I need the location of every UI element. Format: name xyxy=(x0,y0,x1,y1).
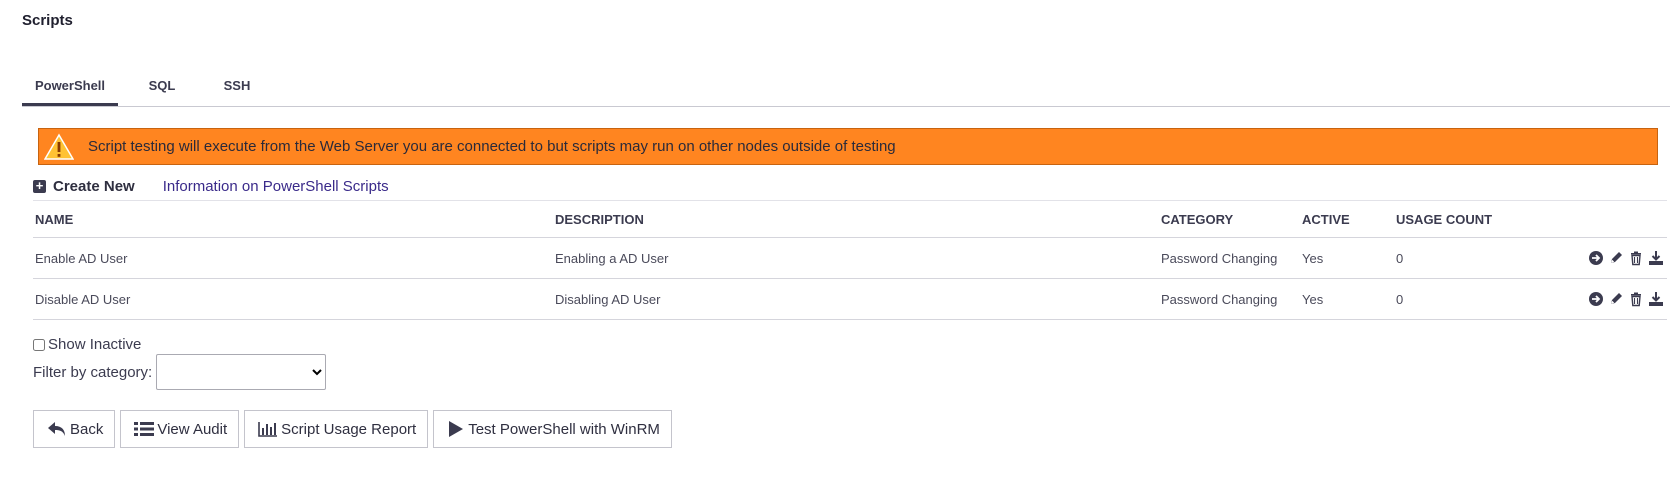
warning-message: Script testing will execute from the Web… xyxy=(88,138,896,155)
bar-chart-icon xyxy=(258,422,278,437)
show-inactive-label: Show Inactive xyxy=(48,336,142,353)
reply-arrow-icon xyxy=(48,422,65,436)
arrow-right-circle-icon[interactable] xyxy=(1588,250,1604,266)
script-usage-report-label: Script Usage Report xyxy=(281,420,417,438)
table-row: Disable AD User Disabling AD User Passwo… xyxy=(33,279,1667,320)
row-actions xyxy=(1588,291,1664,307)
script-type-tabs: PowerShell SQL SSH xyxy=(22,79,1670,107)
script-usage-report-button[interactable]: Script Usage Report xyxy=(244,410,429,448)
category-filter: Filter by category: xyxy=(33,354,327,390)
column-header-active[interactable]: ACTIVE xyxy=(1302,212,1350,227)
show-inactive-toggle[interactable]: Show Inactive xyxy=(33,336,141,353)
download-icon[interactable] xyxy=(1648,291,1664,307)
script-name: Disable AD User xyxy=(35,292,131,307)
scripts-table: NAME DESCRIPTION CATEGORY ACTIVE USAGE C… xyxy=(33,200,1667,320)
script-usage-count: 0 xyxy=(1396,292,1404,307)
back-button[interactable]: Back xyxy=(33,410,116,448)
trash-icon[interactable] xyxy=(1628,250,1644,266)
tab-ssh[interactable]: SSH xyxy=(212,79,262,105)
view-audit-button[interactable]: View Audit xyxy=(120,410,240,448)
script-category: Password Changing xyxy=(1161,292,1278,307)
column-header-usage-count[interactable]: USAGE COUNT xyxy=(1396,212,1492,227)
script-active: Yes xyxy=(1302,251,1324,266)
arrow-right-circle-icon[interactable] xyxy=(1588,291,1604,307)
download-icon[interactable] xyxy=(1648,250,1664,266)
play-icon xyxy=(449,421,464,437)
back-label: Back xyxy=(70,420,104,438)
plus-icon: + xyxy=(33,179,46,193)
row-actions xyxy=(1588,250,1664,266)
column-header-description[interactable]: DESCRIPTION xyxy=(555,212,644,227)
script-description: Enabling a AD User xyxy=(555,251,669,266)
pencil-icon[interactable] xyxy=(1608,291,1624,307)
tab-sql[interactable]: SQL xyxy=(138,79,186,105)
create-new-label: Create New xyxy=(53,177,135,195)
column-header-category[interactable]: CATEGORY xyxy=(1161,212,1233,227)
script-actions: + Create New Information on PowerShell S… xyxy=(33,175,389,197)
script-category: Password Changing xyxy=(1161,251,1278,266)
view-audit-label: View Audit xyxy=(157,420,228,438)
show-inactive-checkbox[interactable] xyxy=(33,338,45,351)
script-name: Enable AD User xyxy=(35,251,128,266)
pencil-icon[interactable] xyxy=(1608,250,1624,266)
category-filter-label: Filter by category: xyxy=(33,363,153,381)
test-powershell-button[interactable]: Test PowerShell with WinRM xyxy=(433,410,672,448)
script-usage-count: 0 xyxy=(1396,251,1404,266)
table-row: Enable AD User Enabling a AD User Passwo… xyxy=(33,238,1667,279)
powershell-info-link[interactable]: Information on PowerShell Scripts xyxy=(163,178,389,195)
test-powershell-label: Test PowerShell with WinRM xyxy=(468,420,660,438)
bottom-buttons: Back View Audit Script Usage Report Test… xyxy=(33,410,672,448)
tab-powershell[interactable]: PowerShell xyxy=(22,79,118,106)
script-active: Yes xyxy=(1302,292,1324,307)
list-icon xyxy=(134,422,155,436)
category-select[interactable] xyxy=(156,354,327,390)
page-title: Scripts xyxy=(22,12,73,29)
trash-icon[interactable] xyxy=(1628,291,1644,307)
warning-triangle-icon xyxy=(44,133,74,160)
script-description: Disabling AD User xyxy=(555,292,661,307)
column-header-name[interactable]: NAME xyxy=(35,212,73,227)
create-new-button[interactable]: + Create New xyxy=(33,178,135,195)
table-header: NAME DESCRIPTION CATEGORY ACTIVE USAGE C… xyxy=(33,200,1667,238)
warning-banner: Script testing will execute from the Web… xyxy=(38,128,1658,165)
